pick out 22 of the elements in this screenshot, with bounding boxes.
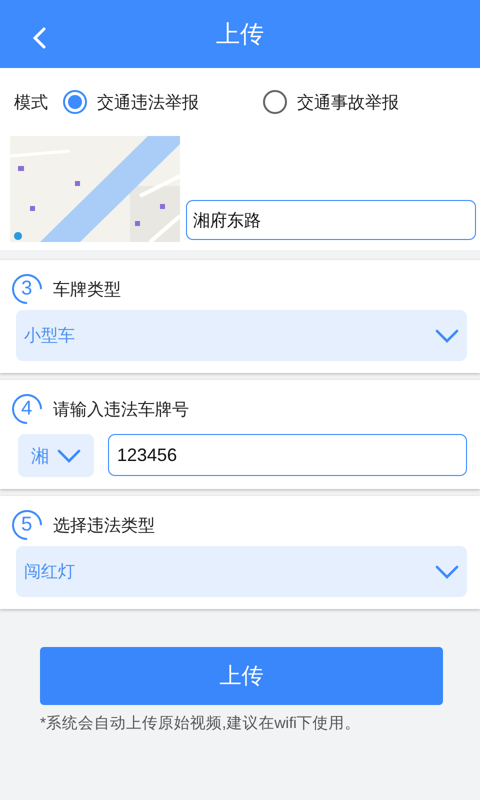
chevron-down-icon [435,328,459,342]
step-number: 5 [21,515,33,535]
dropdown-value: 小型车 [24,325,75,347]
upload-note: *系统会自动上传原始视频,建议在wifi下使用。 [40,714,362,734]
section-title: 选择违法类型 [53,514,155,536]
dropdown-value: 闯红灯 [24,561,75,583]
plate-number-field[interactable]: 123456 [108,434,467,476]
radio-label[interactable]: 交通事故举报 [297,90,399,114]
chevron-down-icon [435,564,459,578]
step-number: 4 [21,399,33,419]
chevron-down-icon [57,448,81,462]
step-number: 3 [21,279,33,299]
section-title: 车牌类型 [53,278,121,300]
radio-button[interactable] [63,90,87,114]
radio-button[interactable] [263,90,287,114]
address-field[interactable]: 湘府东路 [186,200,476,240]
section-title: 请输入违法车牌号 [53,398,189,420]
radio-label[interactable]: 交通违法举报 [97,90,199,114]
mode-label: 模式 [14,92,48,114]
page-title: 上传 [216,20,264,50]
province-value: 湘 [31,444,49,468]
back-icon[interactable] [32,27,46,49]
